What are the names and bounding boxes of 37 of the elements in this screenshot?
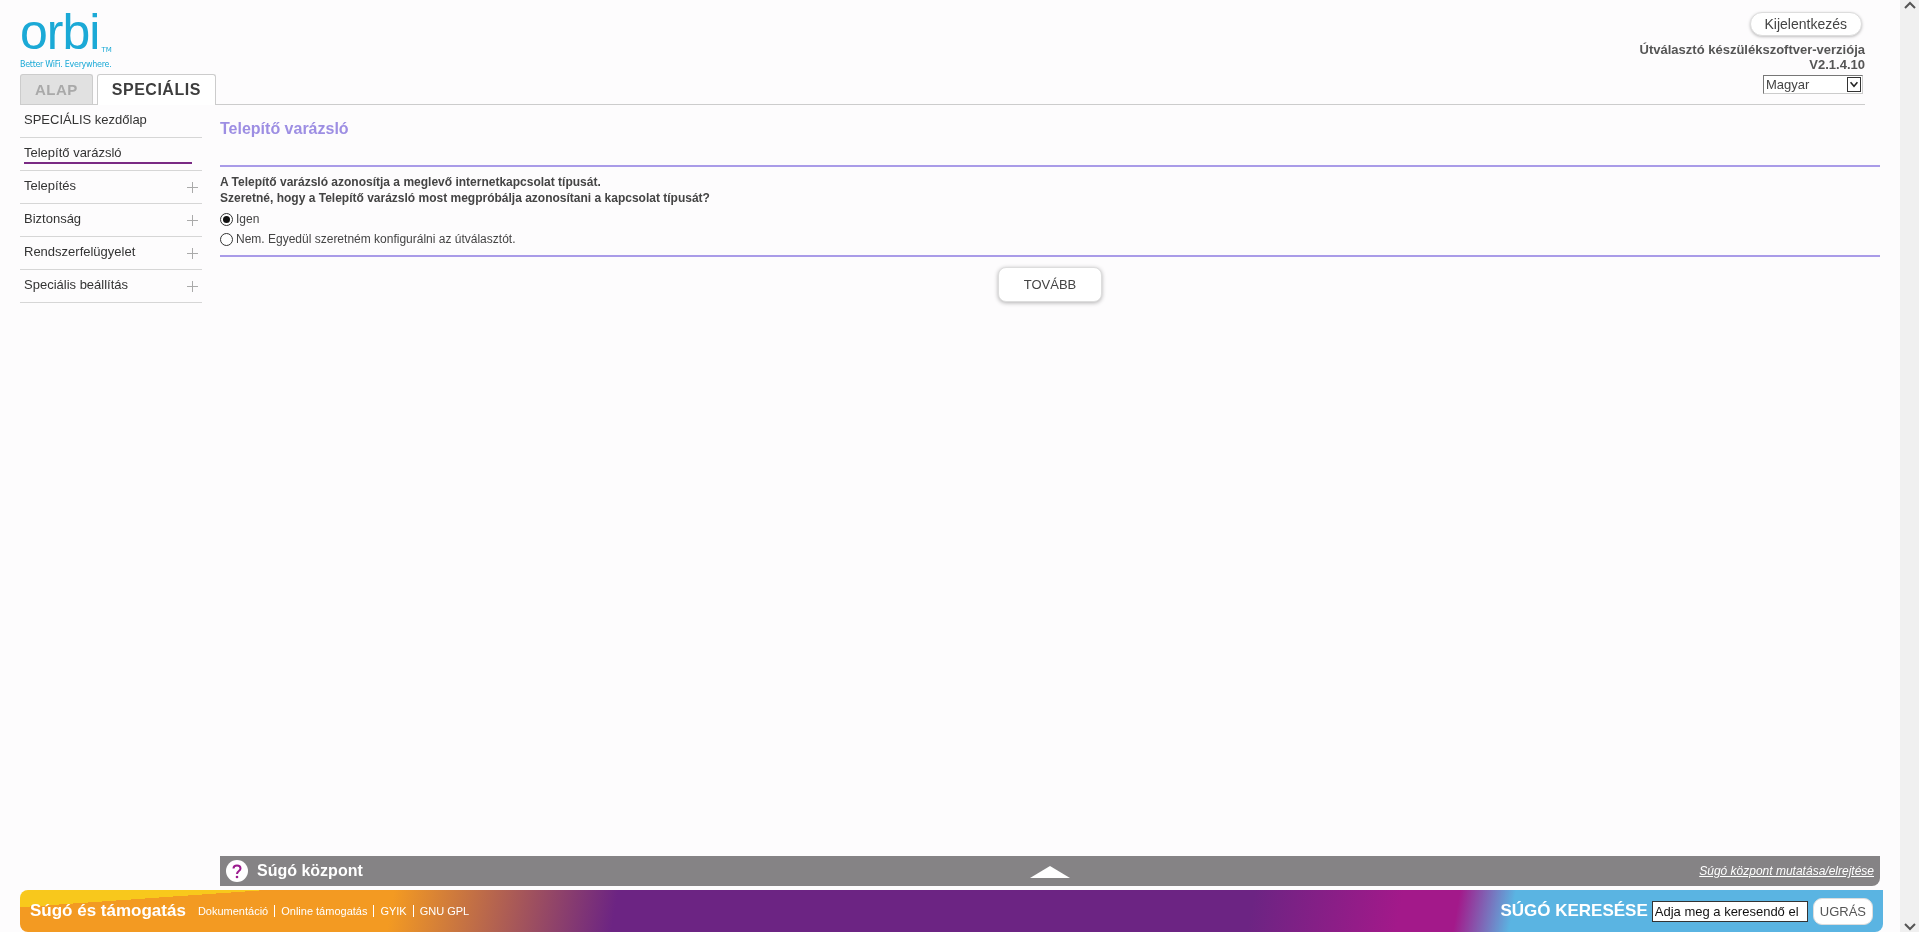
question-icon: [226, 860, 248, 882]
logo-wordmark: orbi: [20, 10, 100, 54]
sidebar-item[interactable]: Rendszerfelügyelet: [20, 237, 202, 270]
plus-icon: [187, 181, 198, 193]
scrollbar[interactable]: [1900, 0, 1919, 932]
scroll-up-icon[interactable]: [1903, 0, 1916, 10]
logo-tagline: Better WiFi. Everywhere.: [20, 60, 113, 69]
help-center-title: Súgó központ: [257, 862, 363, 880]
sidebar-item[interactable]: Biztonság: [20, 204, 202, 237]
option-label: Nem. Egyedül szeretném konfigurálni az útválasztót.: [236, 232, 516, 246]
plus-icon: [187, 214, 198, 226]
option-label: Igen: [236, 212, 260, 226]
radio-button[interactable]: [220, 212, 233, 226]
footer-title: Súgó és támogatás: [30, 901, 186, 921]
firmware-label: Útválasztó készülékszoftver-verziója: [1639, 42, 1865, 57]
sidebar-item[interactable]: Telepítő varázsló: [20, 138, 202, 171]
next-button[interactable]: TOVÁBB: [997, 267, 1103, 302]
plus-icon: [187, 280, 198, 292]
radio-button[interactable]: [220, 232, 233, 246]
description-text: Szeretné, hogy a Telepítő varázsló most megpróbálja azonosítani a kapcsolat típusát?: [220, 191, 711, 206]
sidebar-item[interactable]: SPECIÁLIS kezdőlap: [20, 105, 202, 138]
tab[interactable]: SPECIÁLIS: [96, 74, 216, 105]
scroll-down-icon[interactable]: [1903, 922, 1916, 932]
help-toggle-link[interactable]: Súgó központ mutatása/elrejtése: [1699, 864, 1874, 878]
firmware-version: V2.1.4.10: [1808, 57, 1865, 72]
logout-button[interactable]: Kijelentkezés: [1749, 12, 1862, 36]
plus-icon: [187, 247, 198, 259]
description-text: A Telepítő varázsló azonosítja a meglevő internetkapcsolat típusát.: [220, 175, 602, 190]
up-triangle-icon[interactable]: [1030, 866, 1070, 878]
search-field[interactable]: Adja meg a keresendő el: [1651, 900, 1808, 922]
go-button[interactable]: UGRÁS: [1812, 897, 1873, 925]
search-label: SÚGÓ KERESÉSE: [1500, 901, 1648, 921]
sidebar-item[interactable]: Speciális beállítás: [20, 270, 202, 303]
page-title: Telepítő varázsló: [220, 120, 350, 138]
caret-icon: [1847, 77, 1861, 92]
language-dropdown[interactable]: Magyar: [1763, 75, 1863, 94]
sidebar-item[interactable]: Telepítés: [20, 171, 202, 204]
